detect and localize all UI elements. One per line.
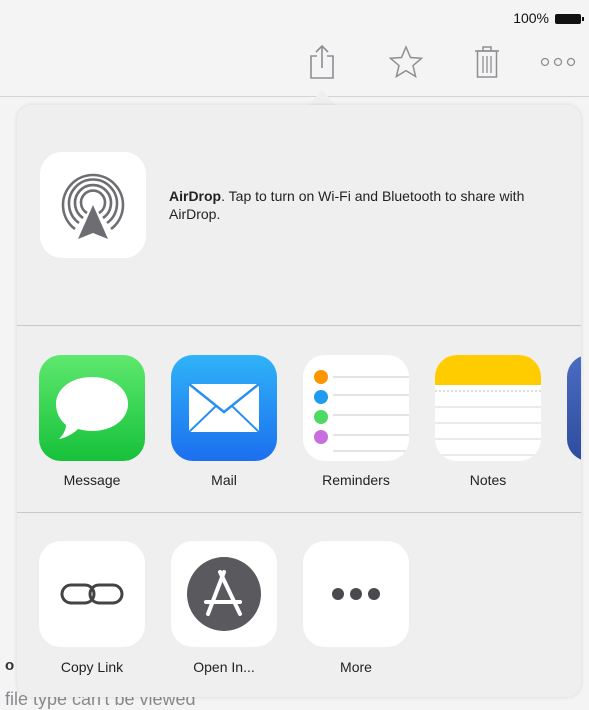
divider: [17, 512, 581, 513]
popover-arrow: [308, 90, 336, 106]
reminders-label: Reminders: [322, 472, 390, 488]
reminders-icon: [314, 370, 409, 452]
link-icon: [60, 583, 124, 605]
share-icon: [310, 44, 334, 79]
battery-percent: 100%: [513, 10, 549, 26]
copy-link-label: Copy Link: [60, 659, 124, 675]
airdrop-tile[interactable]: [40, 152, 146, 258]
message-app-button[interactable]: [39, 355, 145, 461]
airdrop-message: . Tap to turn on Wi-Fi and Bluetooth to …: [169, 188, 525, 222]
airdrop-row[interactable]: AirDrop. Tap to turn on Wi-Fi and Blueto…: [17, 105, 581, 325]
airdrop-title: AirDrop: [169, 188, 222, 204]
more-label: More: [340, 659, 372, 675]
star-icon: [389, 45, 423, 79]
more-options-button[interactable]: [538, 40, 578, 84]
mail-icon: [188, 383, 260, 433]
message-label: Message: [63, 472, 121, 488]
open-in-button[interactable]: [171, 541, 277, 647]
airdrop-description: AirDrop. Tap to turn on Wi-Fi and Blueto…: [169, 187, 569, 223]
share-sheet: AirDrop. Tap to turn on Wi-Fi and Blueto…: [17, 105, 581, 697]
reminders-app-button[interactable]: [303, 355, 409, 461]
status-bar: 100%: [0, 0, 589, 34]
notes-label: Notes: [469, 472, 507, 488]
trash-icon: [475, 46, 499, 78]
message-icon: [56, 377, 128, 439]
battery-icon: [555, 14, 584, 24]
airdrop-icon: [61, 173, 125, 241]
more-icon: [332, 588, 380, 600]
favorite-button[interactable]: [386, 40, 426, 84]
more-dots-icon: [540, 57, 576, 67]
copy-link-button[interactable]: [39, 541, 145, 647]
more-button[interactable]: [303, 541, 409, 647]
background-heading: o: [5, 657, 15, 674]
mail-app-button[interactable]: [171, 355, 277, 461]
share-button[interactable]: [302, 40, 342, 84]
notes-icon: [435, 355, 541, 456]
additional-app-button[interactable]: [567, 355, 581, 461]
notes-app-button[interactable]: [435, 355, 541, 461]
toolbar: [0, 34, 589, 97]
mail-label: Mail: [211, 472, 237, 488]
open-in-label: Open In...: [193, 659, 255, 675]
divider: [17, 325, 581, 326]
delete-button[interactable]: [467, 40, 507, 84]
app-store-icon: [187, 557, 261, 631]
